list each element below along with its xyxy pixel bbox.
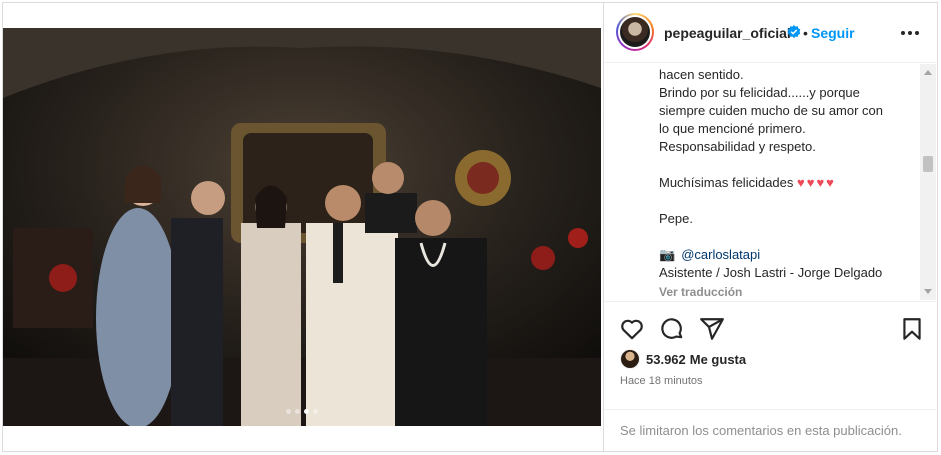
caption-line: Brindo por su felicidad......y porque [659,85,860,100]
scrollbar-thumb[interactable] [923,156,933,172]
caption-signature: Pepe. [659,211,693,226]
carousel-dot [295,409,300,414]
caption-scrollbar[interactable] [920,64,936,300]
like-heart-icon[interactable] [619,316,645,342]
scroll-down-arrow-icon[interactable] [924,289,932,294]
caption-credits: Asistente / Josh Lastri - Jorge Delgado [659,265,883,280]
likes-row[interactable]: 53.962 Me gusta [620,349,746,369]
caption-line: Responsabilidad y respeto. [659,139,816,154]
post-header: pepeaguilar_oficial • Seguir [604,3,936,63]
carousel-dot [313,409,318,414]
author-username[interactable]: pepeaguilar_oficial [664,25,791,41]
caption-line: lo que mencioné primero. [659,121,806,136]
post-photo[interactable] [3,28,601,426]
carousel-dot [286,409,291,414]
share-send-icon[interactable] [699,316,725,342]
caption-credit-line: 📷 @carloslatapi [659,246,919,264]
verified-badge-icon [787,25,801,39]
post-sidebar: pepeaguilar_oficial • Seguir hacen senti… [603,3,936,451]
comment-icon[interactable] [659,316,685,342]
caption-scroll-area[interactable]: hacen sentido. Brindo por su felicidad..… [604,64,921,300]
comments-limited-bar: Se limitaron los comentarios en esta pub… [604,409,936,451]
see-translation-link[interactable]: Ver traducción [659,283,919,300]
camera-icon: 📷 [659,247,676,262]
likes-label: Me gusta [689,351,747,367]
post-actions: 53.962 Me gusta Hace 18 minutos [604,301,936,411]
avatar-ring-inner [618,15,652,49]
post-image [3,28,601,426]
likes-count: 53.962 [646,351,686,367]
mention-link[interactable]: @carloslatapi [681,247,760,262]
caption-text: hacen sentido. Brindo por su felicidad..… [659,66,919,300]
comments-limited-text: Se limitaron los comentarios en esta pub… [620,423,902,438]
avatar-image [620,17,650,47]
hearts-emoji-icon: ♥♥♥♥ [797,175,836,190]
author-avatar[interactable] [616,13,654,51]
header-separator: • [803,25,808,41]
post-timestamp[interactable]: Hace 18 minutos [620,375,703,387]
follow-button[interactable]: Seguir [811,25,855,41]
caption-line: Muchísimas felicidades ♥♥♥♥ [659,174,919,192]
liker-avatar [620,349,640,369]
more-options-icon[interactable] [898,25,922,41]
caption-line: hacen sentido. [659,67,744,82]
scroll-up-arrow-icon[interactable] [924,70,932,75]
carousel-dot-active [304,409,309,414]
caption-line: siempre cuiden mucho de su amor con [659,103,884,118]
carousel-indicator [3,409,601,414]
caption-congrats: Muchísimas felicidades [659,175,794,190]
save-bookmark-icon[interactable] [899,316,925,342]
